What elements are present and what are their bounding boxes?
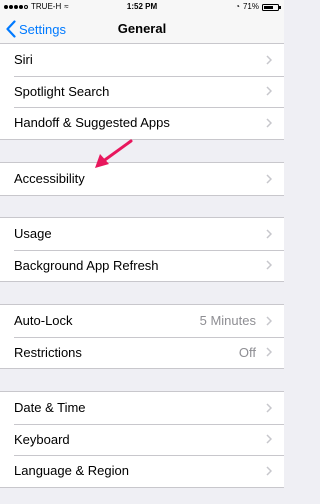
chevron-right-icon [266,466,272,476]
chevron-right-icon [266,316,272,326]
settings-group-accessibility: Accessibility [0,162,284,196]
row-keyboard[interactable]: Keyboard [0,423,284,456]
chevron-right-icon [266,434,272,444]
chevron-right-icon [266,55,272,65]
row-usage[interactable]: Usage [0,218,284,250]
chevron-right-icon [266,229,272,239]
row-label: Accessibility [14,171,85,187]
row-label: Keyboard [14,431,70,447]
row-value: Off [238,344,256,360]
row-accessibility[interactable]: Accessibility [0,163,284,195]
settings-group-locale: Date & Time Keyboard Language & Region [0,391,284,488]
chevron-right-icon [266,174,272,184]
navigation-bar: Settings General [0,14,284,45]
row-label: Usage [14,226,52,242]
status-bar: TRUE-H ≈ 1:52 PM ◔ 71% [0,0,284,14]
row-spotlight-search[interactable]: Spotlight Search [0,75,284,108]
row-value: 5 Minutes [199,313,256,329]
orientation-lock-icon: ◔ [235,2,240,11]
row-label: Restrictions [14,344,82,360]
row-background-app-refresh[interactable]: Background App Refresh [0,249,284,282]
row-label: Date & Time [14,400,86,416]
row-label: Auto-Lock [14,313,73,329]
battery-area: ◔ 71% [235,0,281,14]
battery-icon [262,3,281,11]
chevron-right-icon [266,86,272,96]
arrow-icon [95,139,133,168]
chevron-right-icon [266,260,272,270]
row-label: Language & Region [14,463,129,479]
chevron-right-icon [266,403,272,413]
row-siri[interactable]: Siri [0,44,284,76]
settings-group-lock: Auto-Lock 5 Minutes Restrictions Off [0,304,284,369]
battery-level [264,5,274,9]
row-label: Background App Refresh [14,257,159,273]
battery-percentage: 71% [242,2,259,11]
chevron-right-icon [266,118,272,128]
row-label: Spotlight Search [14,83,110,99]
settings-group-usage: Usage Background App Refresh [0,217,284,282]
row-language-region[interactable]: Language & Region [0,455,284,487]
row-handoff[interactable]: Handoff & Suggested Apps [0,107,284,139]
row-label: Siri [14,52,33,68]
row-restrictions[interactable]: Restrictions Off [0,336,284,369]
row-label: Handoff & Suggested Apps [14,115,170,131]
row-auto-lock[interactable]: Auto-Lock 5 Minutes [0,305,284,337]
settings-group-general: Siri Spotlight Search Handoff & Suggeste… [0,43,284,140]
page-title: General [117,21,167,36]
chevron-right-icon [266,347,272,357]
row-date-time[interactable]: Date & Time [0,392,284,424]
